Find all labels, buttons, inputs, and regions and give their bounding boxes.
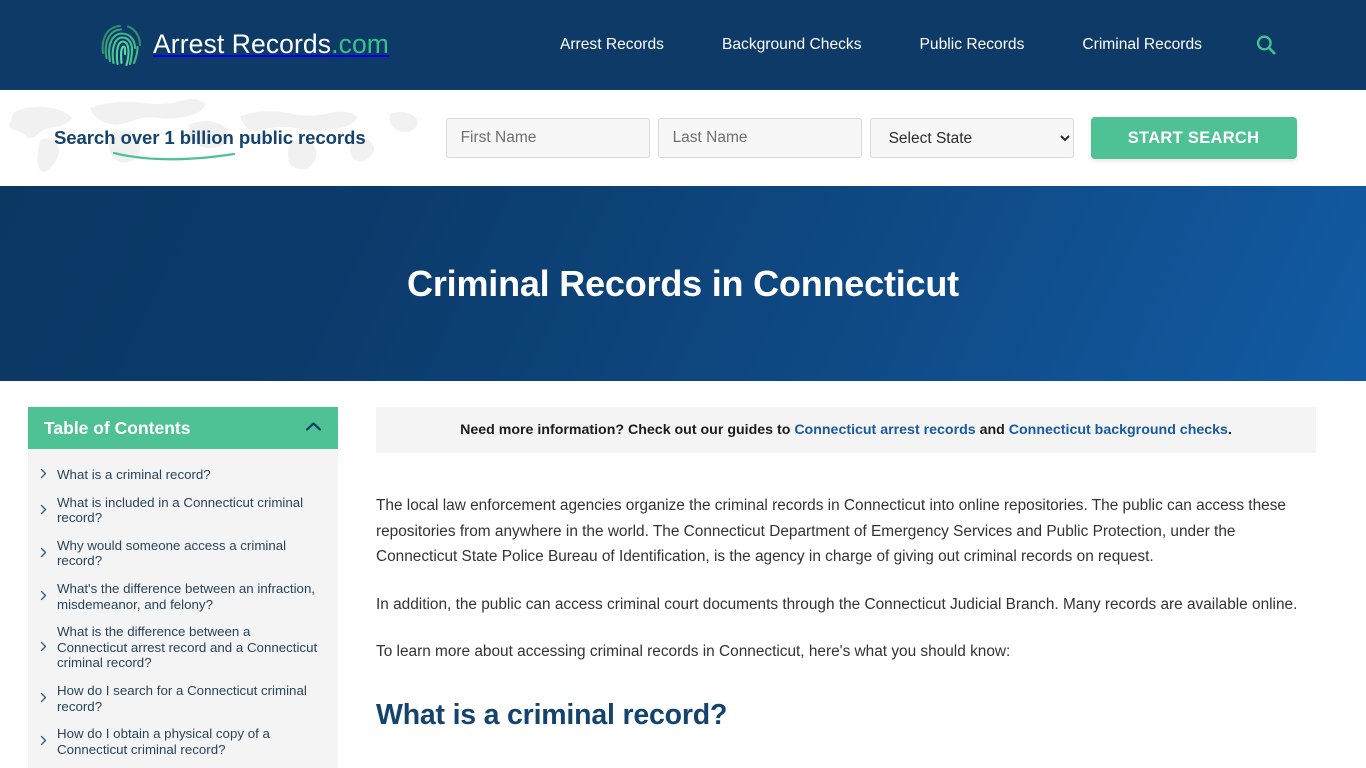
nav-item-criminal-records[interactable]: Criminal Records [1053,36,1231,54]
toc-header[interactable]: Table of Contents [28,407,338,449]
chevron-up-icon[interactable] [305,419,322,437]
chevron-right-icon [40,504,49,517]
site-logo[interactable]: Arrest Records.com [98,19,389,71]
toc-item-label: How do I search for a Connecticut crimin… [57,682,307,714]
toc-item-label: Why would someone access a criminal reco… [57,537,287,569]
nav-item-arrest-records[interactable]: Arrest Records [531,36,693,54]
hero-banner: Criminal Records in Connecticut [0,186,1366,381]
table-of-contents: Table of Contents What is a criminal rec… [28,407,338,768]
chevron-right-icon [40,735,49,748]
toc-item[interactable]: What is included in a Connecticut crimin… [38,489,324,532]
link-connecticut-background-checks[interactable]: Connecticut background checks [1009,422,1228,438]
toc-item[interactable]: What is the difference between a Connect… [38,618,324,677]
toc-item-label: What is included in a Connecticut crimin… [57,494,304,526]
paragraph-3: To learn more about accessing criminal r… [376,643,1011,660]
tagline-block: Search over 1 billion public records [54,127,366,161]
chevron-right-icon [40,692,49,705]
toc-item[interactable]: Why would someone access a criminal reco… [38,532,324,575]
search-icon[interactable] [1253,32,1279,58]
notice-lead: Need more information? Check out our gui… [460,422,795,438]
chevron-right-icon [40,547,49,560]
start-search-button[interactable]: START SEARCH [1090,117,1297,159]
chevron-right-icon [40,468,49,481]
toc-list: What is a criminal record? What is includ… [28,449,338,768]
nav-item-public-records[interactable]: Public Records [891,36,1054,54]
guides-notice: Need more information? Check out our gui… [376,407,1316,453]
toc-item[interactable]: How do I obtain a physical copy of a Con… [38,720,324,763]
toc-item[interactable]: What is a criminal record? [38,461,324,489]
article-body: Need more information? Check out our gui… [376,407,1316,732]
paragraph-2: In addition, the public can access crimi… [376,595,1298,613]
chevron-right-icon [40,641,49,654]
page-title: Criminal Records in Connecticut [407,262,959,304]
site-header: Arrest Records.com Arrest Records Backgr… [0,0,1366,90]
fingerprint-icon [101,24,142,66]
toc-item[interactable]: How do I search for Connecticut criminal [38,763,324,768]
search-strip: Search over 1 billion public records Sel… [0,90,1366,186]
chevron-right-icon [40,590,49,603]
tagline-underline-decoration [112,151,236,161]
toc-item-label: What is the difference between a Connect… [57,624,318,671]
main-navigation: Arrest Records Background Checks Public … [531,32,1279,58]
people-search-form: Select StateConnecticutAlabamaAlaskaAriz… [445,117,1297,159]
tagline-text: Search over 1 billion public records [54,127,366,148]
site-logo-text: Arrest Records.com [153,29,389,59]
section-heading-what-is-a-criminal-record: What is a criminal record? [376,698,728,731]
notice-middle: and [975,422,1009,438]
toc-title: Table of Contents [44,417,191,438]
link-connecticut-arrest-records[interactable]: Connecticut arrest records [794,422,975,438]
paragraph-1: The local law enforcement agencies organ… [376,497,1286,565]
toc-item[interactable]: How do I search for a Connecticut crimin… [38,677,324,720]
toc-item-label: What is a criminal record? [57,467,211,482]
toc-item[interactable]: What's the difference between an infract… [38,575,324,618]
first-name-input[interactable] [445,118,650,158]
notice-tail: . [1227,422,1232,438]
state-select[interactable]: Select StateConnecticutAlabamaAlaskaAriz… [869,118,1074,158]
page-content: Table of Contents What is a criminal rec… [0,381,1366,768]
nav-item-background-checks[interactable]: Background Checks [693,36,891,54]
toc-item-label: How do I obtain a physical copy of a Con… [57,726,270,757]
toc-item-label: What's the difference between an infract… [57,580,316,612]
last-name-input[interactable] [657,118,862,158]
